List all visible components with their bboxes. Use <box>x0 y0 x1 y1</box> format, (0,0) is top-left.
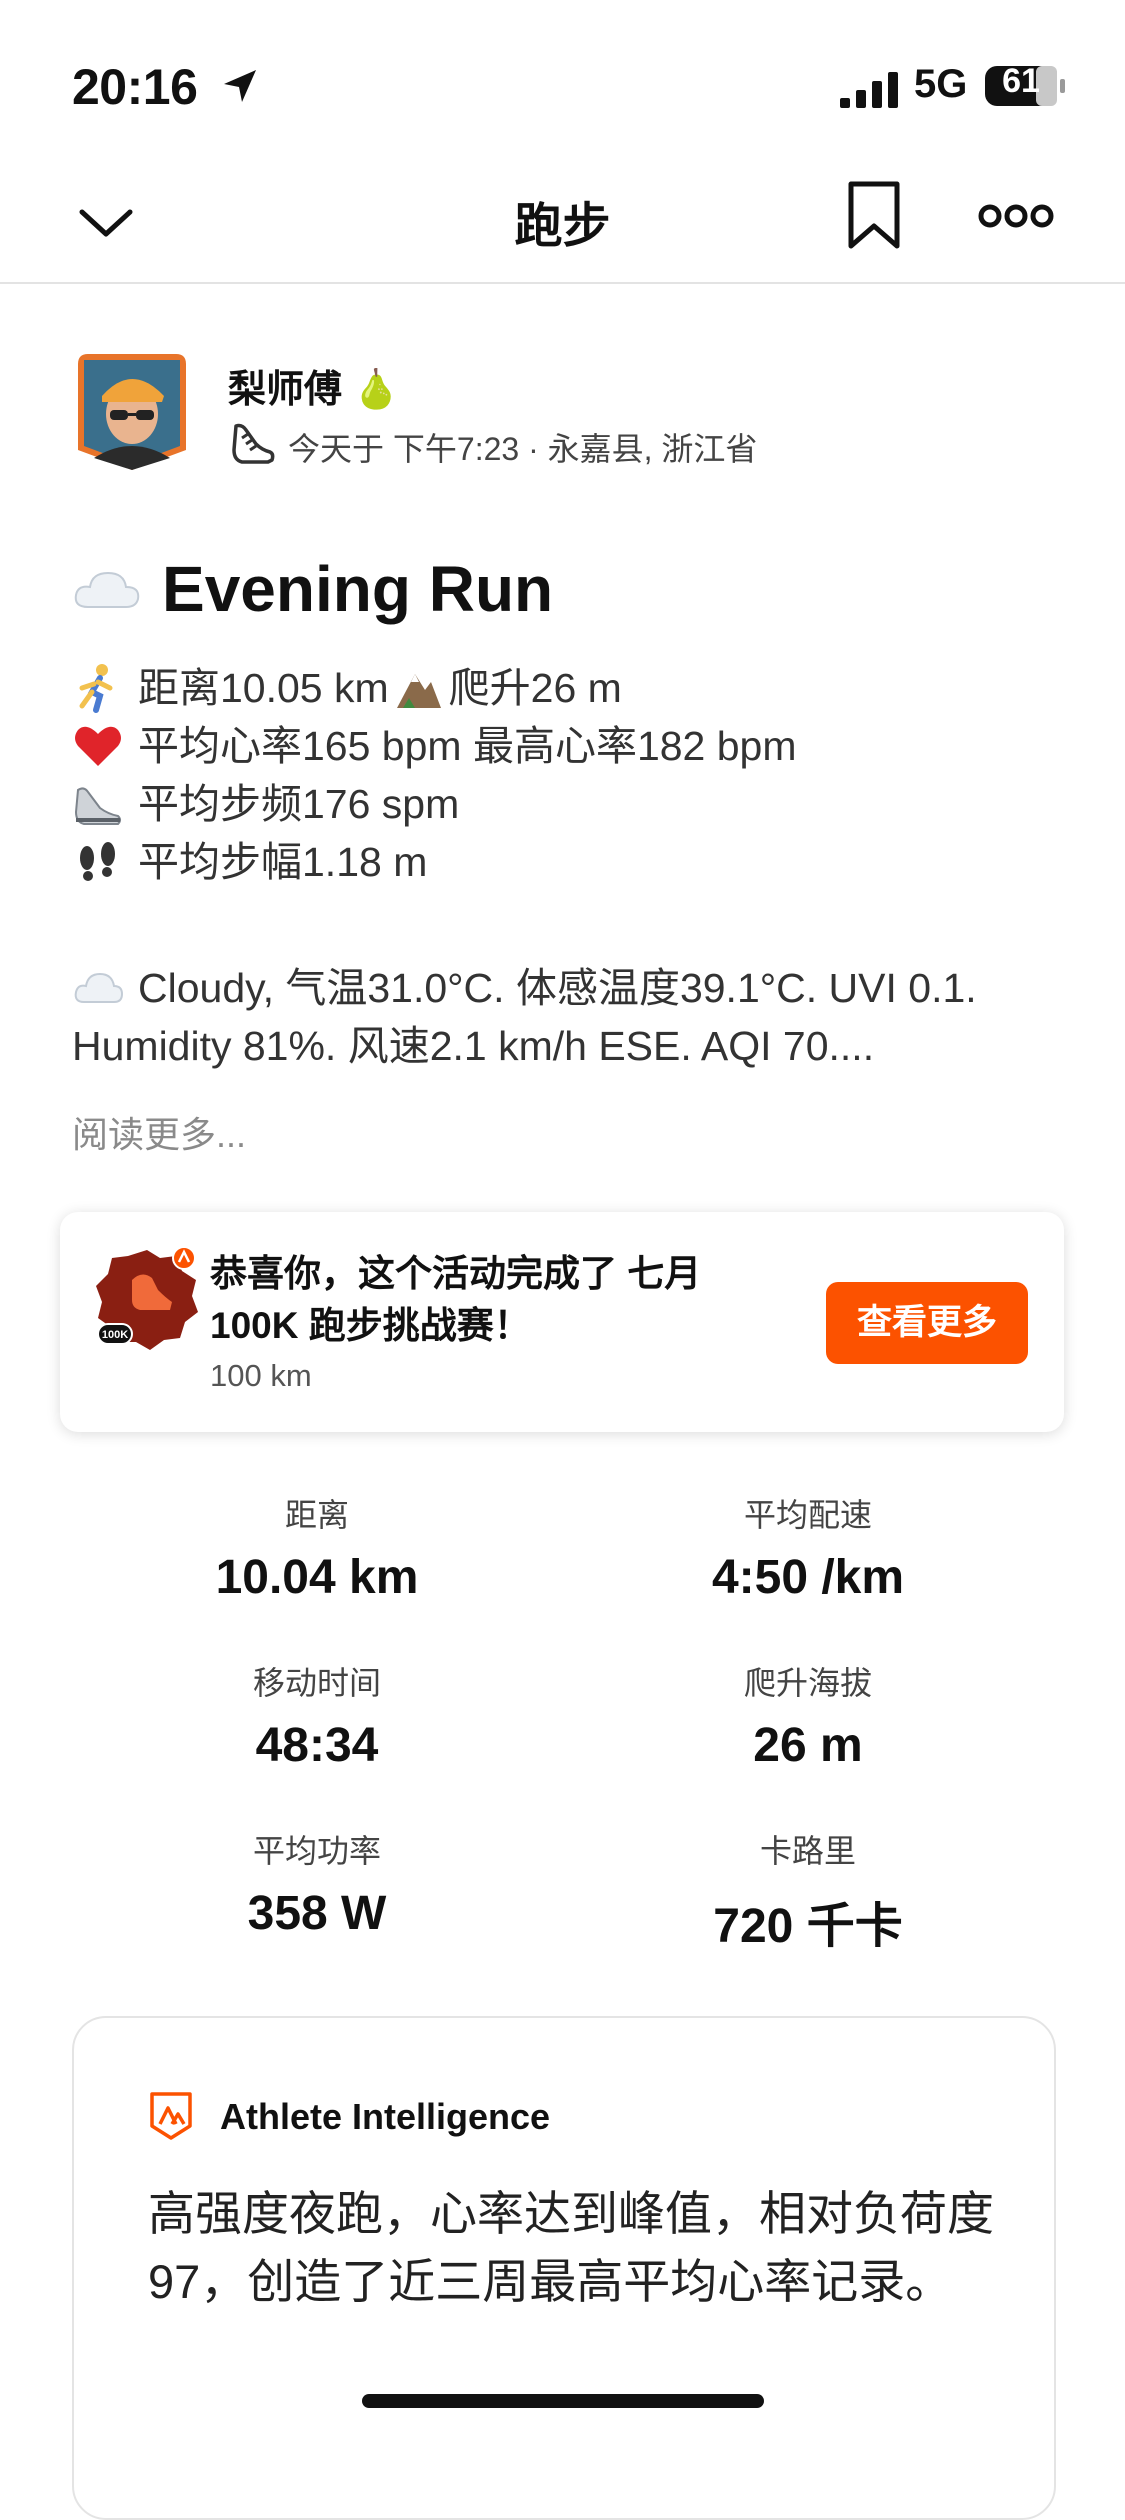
activity-title: Evening Run <box>162 553 554 625</box>
home-indicator <box>362 2394 764 2408</box>
runner-icon <box>79 664 113 713</box>
strava-logo-icon <box>150 2092 192 2140</box>
stat-label: 距离 <box>284 1497 349 1533</box>
stat-value: 358 W <box>247 1887 387 1940</box>
battery-level: 61 <box>1002 62 1040 100</box>
weather-text-1: Cloudy, 气温31.0°C. 体感温度39.1°C. UVI 0.1. <box>138 965 977 1011</box>
athlete-name[interactable]: 梨师傅 🍐 <box>228 358 400 413</box>
activity-meta: 今天于 下午7:23 · 永嘉县, 浙江省 <box>288 431 758 467</box>
stat-value: 48:34 <box>255 1719 379 1772</box>
stat-elevation-gain: 爬升海拔 26 m <box>608 1658 1008 1773</box>
desc-line-distance: 距离10.05 km 爬升26 m <box>72 658 622 718</box>
mountain-icon <box>396 674 441 708</box>
stat-label: 平均功率 <box>252 1833 381 1869</box>
stat-value: 720 千卡 <box>713 1900 903 1953</box>
activity-title-row: Evening Run <box>72 552 553 626</box>
avatar[interactable] <box>78 354 186 470</box>
stat-value: 4:50 /km <box>711 1551 905 1604</box>
page-title: 跑步 <box>514 200 611 253</box>
location-arrow-icon <box>224 70 256 102</box>
status-time: 20:16 <box>72 59 198 115</box>
weather-line-1: Cloudy, 气温31.0°C. 体感温度39.1°C. UVI 0.1. <box>72 958 977 1018</box>
heart-icon <box>75 726 121 766</box>
ai-title: Athlete Intelligence <box>220 2096 551 2137</box>
stat-value: 26 m <box>753 1719 863 1772</box>
desc-line-stride: 平均步幅1.18 m <box>72 832 427 892</box>
more-options-icon[interactable] <box>978 196 1054 236</box>
desc-distance: 距离10.05 km <box>138 665 389 711</box>
challenge-subtitle: 100 km <box>210 1358 312 1393</box>
shoe-icon <box>232 423 275 464</box>
desc-line-cadence: 平均步频176 spm <box>72 774 459 834</box>
stat-label: 卡路里 <box>759 1833 856 1869</box>
footprints-icon <box>80 842 115 881</box>
desc-stride: 平均步幅1.18 m <box>138 839 428 885</box>
stat-calories: 卡路里 720 千卡 <box>608 1826 1008 1956</box>
ai-summary: 高强度夜跑，心率达到峰值，相对负荷度97，创造了近三周最高平均心率记录。 <box>148 2187 994 2308</box>
desc-cadence: 平均步频176 spm <box>138 781 460 827</box>
stat-label: 移动时间 <box>252 1665 381 1701</box>
stat-avg-pace: 平均配速 4:50 /km <box>608 1490 1008 1605</box>
stat-moving-time: 移动时间 48:34 <box>117 1658 517 1773</box>
stat-avg-power: 平均功率 358 W <box>117 1826 517 1941</box>
desc-line-heart: 平均心率165 bpm 最高心率182 bpm <box>72 716 797 776</box>
nav-divider <box>0 282 1125 284</box>
network-type: 5G <box>914 62 968 106</box>
signal-icon <box>840 72 898 108</box>
stat-value: 10.04 km <box>215 1551 419 1604</box>
bookmark-icon[interactable] <box>846 180 902 252</box>
challenge-title: 恭喜你，这个活动完成了 七月 100K 跑步挑战赛！ <box>210 1253 702 1346</box>
challenge-badge-icon: 100K <box>96 1246 198 1350</box>
weather-text-2: Humidity 81%. 风速2.1 km/h ESE. AQI 70.... <box>72 1023 875 1069</box>
desc-heart-rate: 平均心率165 bpm 最高心率182 bpm <box>138 723 797 769</box>
cloud-icon <box>74 972 124 1003</box>
sneaker-icon <box>74 787 121 825</box>
desc-elevation: 爬升26 m <box>448 665 622 711</box>
stat-label: 爬升海拔 <box>743 1665 872 1701</box>
stat-distance: 距离 10.04 km <box>117 1490 517 1605</box>
stat-label: 平均配速 <box>743 1497 872 1533</box>
cloud-icon <box>74 571 140 608</box>
badge-label: 100K <box>102 1329 128 1341</box>
view-more-button[interactable]: 查看更多 <box>826 1282 1028 1364</box>
read-more-link[interactable]: 阅读更多... <box>72 1106 246 1158</box>
